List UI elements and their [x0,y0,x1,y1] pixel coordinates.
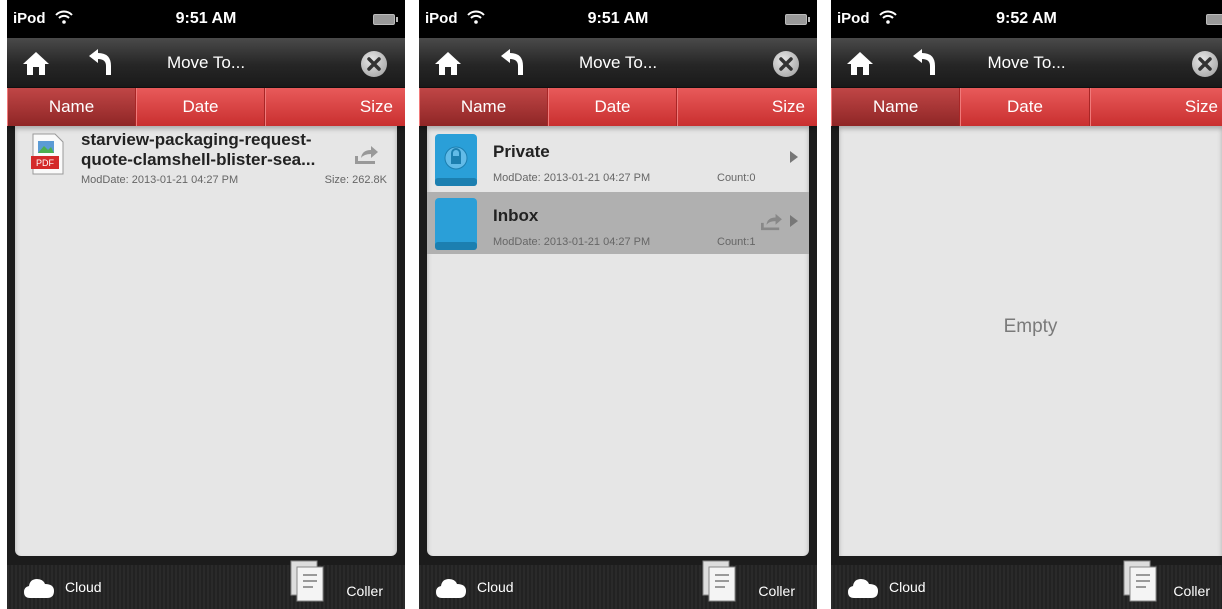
tab-name[interactable]: Name [419,88,548,126]
screen-file-list: iPod 9:51 AM Move To... Name Date Size P… [7,0,405,609]
cloud-icon[interactable] [435,577,467,599]
folder-list: Private ModDate: 2013-01-21 04:27 PM Cou… [427,126,809,556]
folder-name: Private [493,142,550,161]
screen-folder-list: iPod 9:51 AM Move To... Name Date Size P… [419,0,817,609]
share-icon[interactable] [353,144,379,166]
bottom-bar: Cloud Coller [831,560,1222,609]
tab-date[interactable]: Date [548,88,677,126]
svg-text:PDF: PDF [36,158,55,168]
close-icon [779,57,793,71]
tab-name[interactable]: Name [7,88,136,126]
page-title: Move To... [987,53,1066,72]
folder-count: Count:1 [717,236,756,248]
empty-list: Empty [839,126,1222,556]
sort-tabs: Name Date Size [831,88,1222,126]
folder-name: Inbox [493,206,539,225]
status-time: 9:52 AM [996,10,1057,27]
close-button[interactable] [773,51,799,77]
coller-icon[interactable] [289,557,325,603]
close-icon [367,57,381,71]
tab-size[interactable]: Size [1089,88,1222,126]
coller-label[interactable]: Coller [1173,583,1210,599]
share-icon[interactable] [759,212,783,232]
tab-date[interactable]: Date [960,88,1090,126]
close-button[interactable] [1192,51,1218,77]
file-name: starview-packaging-request- quote-clamsh… [81,130,351,170]
close-button[interactable] [361,51,387,77]
coller-label[interactable]: Coller [346,583,383,599]
chevron-right-icon[interactable] [789,214,799,228]
coller-icon[interactable] [701,557,737,603]
file-name-line1: starview-packaging-request- [81,130,312,149]
toolbar: Move To... [7,38,405,88]
folder-date: ModDate: 2013-01-21 04:27 PM [493,172,651,184]
bottom-bar: Cloud Coller [7,560,405,609]
cloud-icon[interactable] [847,577,879,599]
tab-size[interactable]: Size [677,88,817,126]
file-list: PDF starview-packaging-request- quote-cl… [15,126,397,556]
sort-tabs: Name Date Size [419,88,817,126]
battery-icon [785,14,810,25]
tab-name[interactable]: Name [831,88,961,126]
empty-label: Empty [1003,316,1058,337]
list-item[interactable]: Inbox ModDate: 2013-01-21 04:27 PM Count… [427,192,809,254]
file-size: Size: 262.8K [324,174,387,186]
sort-tabs: Name Date Size [7,88,405,126]
cloud-label[interactable]: Cloud [889,579,926,595]
status-time: 9:51 AM [175,10,237,27]
chevron-right-icon[interactable] [789,150,799,164]
tab-date[interactable]: Date [136,88,265,126]
page-title: Move To... [578,53,658,72]
folder-date: ModDate: 2013-01-21 04:27 PM [493,236,651,248]
tab-size[interactable]: Size [265,88,405,126]
close-icon [1198,57,1212,71]
coller-icon[interactable] [1122,557,1158,603]
battery-icon [373,14,398,25]
cloud-label[interactable]: Cloud [65,579,102,595]
coller-label[interactable]: Coller [758,583,795,599]
lock-folder-icon [435,134,477,186]
toolbar: Move To... [419,38,817,88]
pdf-icon: PDF [31,133,64,175]
page-title: Move To... [166,53,246,72]
status-bar: iPod 9:51 AM [419,0,817,38]
status-time: 9:51 AM [587,10,649,27]
list-item[interactable]: Private ModDate: 2013-01-21 04:27 PM Cou… [427,128,809,190]
cloud-icon[interactable] [23,577,55,599]
screen-empty: iPod 9:52 AM Move To... Name Date Size E… [831,0,1222,609]
status-bar: iPod 9:51 AM [7,0,405,38]
file-date: ModDate: 2013-01-21 04:27 PM [81,174,239,186]
folder-icon [435,198,477,250]
folder-count: Count:0 [717,172,756,184]
battery-icon [1206,14,1222,25]
file-name-line2: quote-clamshell-blister-sea... [81,150,316,169]
status-bar: iPod 9:52 AM [831,0,1222,38]
cloud-label[interactable]: Cloud [477,579,514,595]
bottom-bar: Cloud Coller [419,560,817,609]
toolbar: Move To... [831,38,1222,88]
list-item[interactable]: PDF starview-packaging-request- quote-cl… [15,128,397,190]
